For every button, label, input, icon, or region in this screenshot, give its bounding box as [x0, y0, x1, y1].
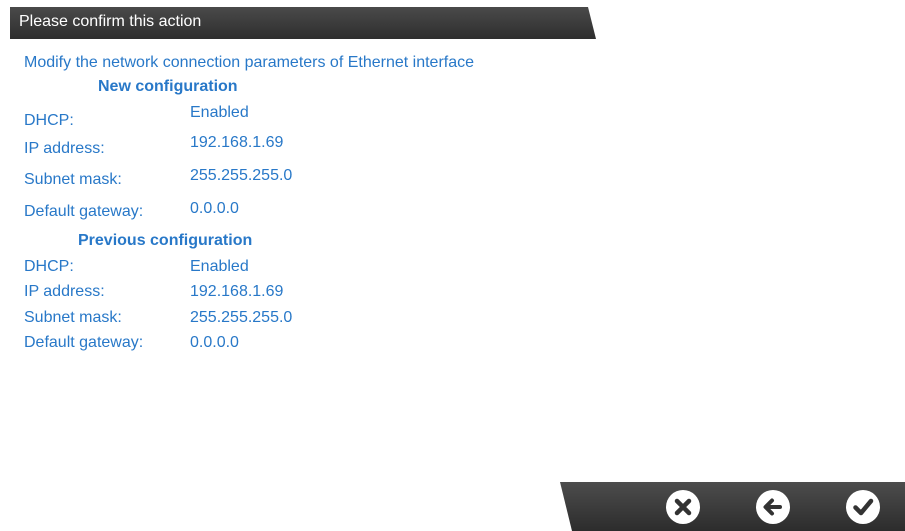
new-ip-value: 192.168.1.69 — [190, 134, 284, 151]
new-config-heading: New configuration — [98, 78, 238, 95]
arrow-left-icon — [763, 498, 782, 516]
title-bar: Please confirm this action — [10, 7, 596, 39]
new-ip-label: IP address: — [24, 140, 105, 157]
new-gateway-label: Default gateway: — [24, 203, 144, 220]
confirm-button[interactable] — [846, 490, 880, 524]
dialog-title: Please confirm this action — [19, 13, 202, 30]
prev-subnet-label: Subnet mask: — [24, 309, 122, 326]
prev-dhcp-label: DHCP: — [24, 258, 74, 275]
prev-ip-label: IP address: — [24, 283, 105, 300]
back-button[interactable] — [756, 490, 790, 524]
prev-dhcp-value: Enabled — [190, 258, 249, 275]
confirm-dialog: Please confirm this action Modify the ne… — [0, 0, 905, 531]
prev-gateway-label: Default gateway: — [24, 334, 144, 351]
close-icon — [674, 498, 692, 516]
new-subnet-value: 255.255.255.0 — [190, 167, 293, 184]
previous-config-heading: Previous configuration — [78, 232, 253, 249]
new-dhcp-label: DHCP: — [24, 112, 74, 129]
prev-subnet-value: 255.255.255.0 — [190, 309, 293, 326]
new-subnet-label: Subnet mask: — [24, 171, 122, 188]
cancel-button[interactable] — [666, 490, 700, 524]
check-icon — [853, 498, 874, 516]
new-gateway-value: 0.0.0.0 — [190, 200, 239, 217]
prev-ip-value: 192.168.1.69 — [190, 283, 284, 300]
prev-gateway-value: 0.0.0.0 — [190, 334, 239, 351]
dialog-description: Modify the network connection parameters… — [24, 54, 475, 71]
new-dhcp-value: Enabled — [190, 104, 249, 121]
